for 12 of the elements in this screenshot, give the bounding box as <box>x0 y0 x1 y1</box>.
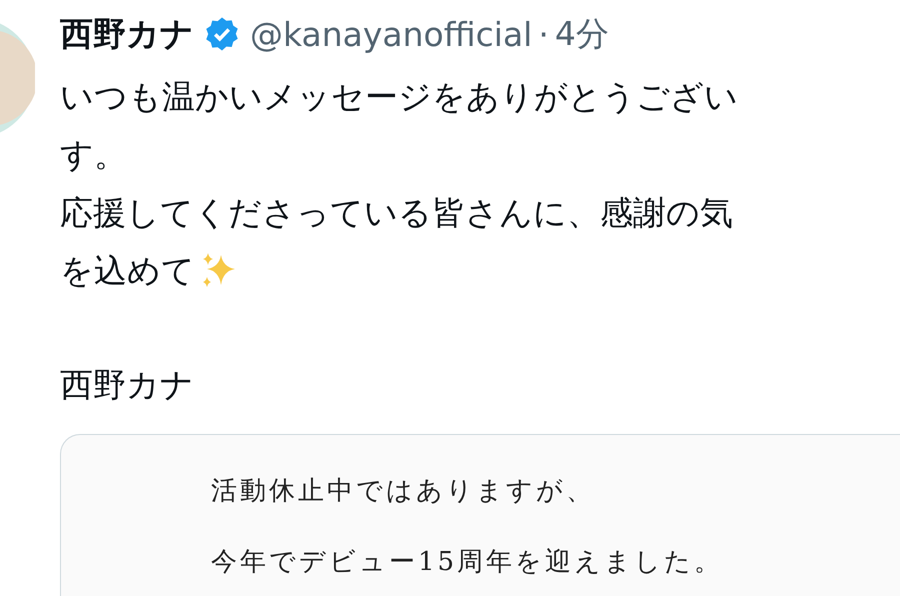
attached-image-card[interactable]: 活動休止中ではありますが、 今年でデビュー15周年を迎えました。 <box>60 434 900 596</box>
post-time[interactable]: 4分 <box>554 12 609 56</box>
tweet-text-line: 応援してくださっている皆さんに、感謝の気 <box>60 192 733 234</box>
tweet-text-line: を込めて <box>60 250 195 292</box>
handwritten-text: 今年でデビュー15周年を迎えました。 <box>211 546 724 579</box>
handwritten-text: 活動休止中ではありますが、 <box>211 475 596 508</box>
author-name[interactable]: 西野カナ <box>60 12 194 56</box>
signature: 西野カナ <box>60 364 194 406</box>
tweet-text-line: いつも温かいメッセージをありがとうござい <box>60 76 738 118</box>
separator: · <box>538 14 549 54</box>
tweet-text-line: す。 <box>60 134 127 176</box>
author-handle[interactable]: @kanayanofficial <box>250 14 532 54</box>
